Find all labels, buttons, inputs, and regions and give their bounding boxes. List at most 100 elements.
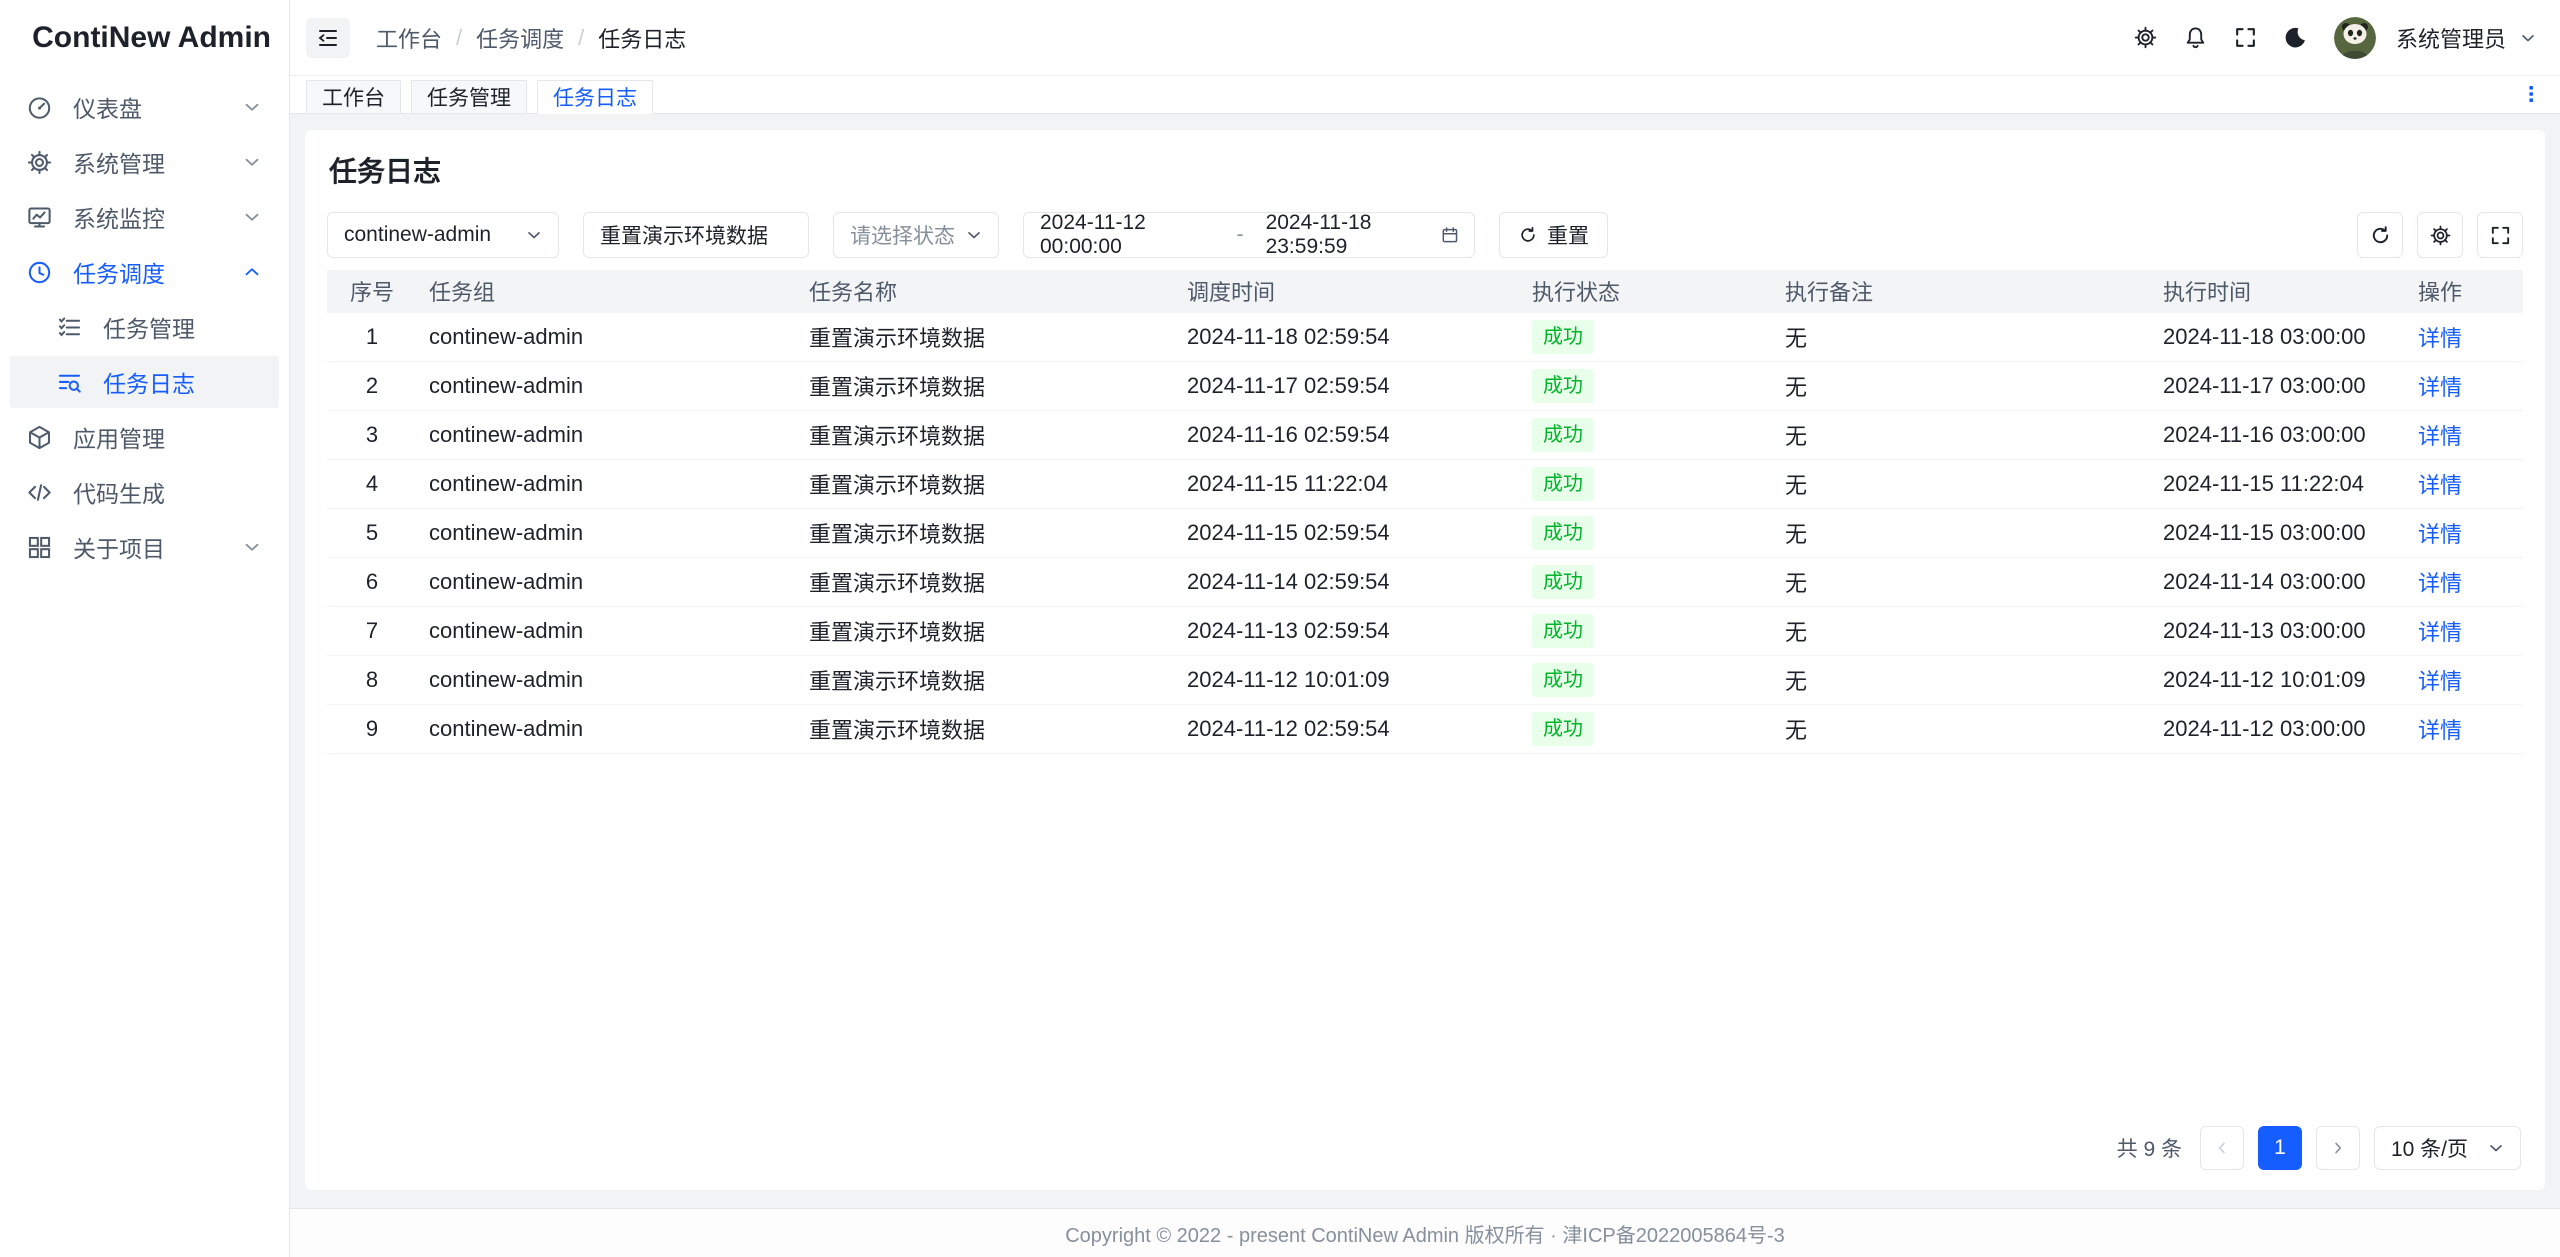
cell-exec_time: 2024-11-13 03:00:00 bbox=[2151, 606, 2406, 655]
tab-task-log[interactable]: 任务日志 bbox=[537, 80, 653, 114]
detail-link[interactable]: 详情 bbox=[2418, 669, 2462, 694]
table-row: 7continew-admin重置演示环境数据2024-11-13 02:59:… bbox=[327, 606, 2523, 655]
cell-note: 无 bbox=[1773, 704, 2151, 753]
cell-status: 成功 bbox=[1520, 508, 1773, 557]
tab-task-management[interactable]: 任务管理 bbox=[411, 80, 527, 113]
detail-link[interactable]: 详情 bbox=[2418, 473, 2462, 498]
breadcrumb-item[interactable]: 工作台 bbox=[376, 22, 442, 54]
detail-link[interactable]: 详情 bbox=[2418, 424, 2462, 449]
tab-label: 任务管理 bbox=[427, 82, 511, 112]
chevron-down-icon bbox=[241, 536, 263, 558]
settings-button[interactable] bbox=[2126, 18, 2166, 58]
dark-mode-button[interactable] bbox=[2276, 18, 2316, 58]
log-search-icon bbox=[56, 369, 83, 396]
cell-status: 成功 bbox=[1520, 312, 1773, 361]
cell-no: 2 bbox=[327, 361, 417, 410]
calendar-icon bbox=[1440, 224, 1460, 246]
cell-group: continew-admin bbox=[417, 557, 797, 606]
page-footer: Copyright © 2022 - present ContiNew Admi… bbox=[290, 1208, 2560, 1257]
avatar[interactable] bbox=[2334, 17, 2376, 59]
detail-link[interactable]: 详情 bbox=[2418, 375, 2462, 400]
sidebar-item-task-log[interactable]: 任务日志 bbox=[10, 356, 279, 408]
cell-status: 成功 bbox=[1520, 410, 1773, 459]
sidebar-item-task-scheduling[interactable]: 任务调度 bbox=[10, 246, 279, 298]
status-badge: 成功 bbox=[1532, 516, 1594, 550]
task-log-card: 任务日志 continew-admin 请选择状态 2024-11-12 00:… bbox=[305, 130, 2545, 1190]
sidebar-item-label: 代码生成 bbox=[73, 475, 165, 509]
chevron-down-icon[interactable] bbox=[2518, 28, 2538, 48]
chevron-down-icon bbox=[241, 206, 263, 228]
table-row: 2continew-admin重置演示环境数据2024-11-17 02:59:… bbox=[327, 361, 2523, 410]
table-row: 8continew-admin重置演示环境数据2024-11-12 10:01:… bbox=[327, 655, 2523, 704]
cell-name: 重置演示环境数据 bbox=[797, 704, 1175, 753]
cell-no: 3 bbox=[327, 410, 417, 459]
cell-exec_time: 2024-11-15 03:00:00 bbox=[2151, 508, 2406, 557]
prev-page-button[interactable] bbox=[2200, 1126, 2244, 1170]
date-range-picker[interactable]: 2024-11-12 00:00:00 - 2024-11-18 23:59:5… bbox=[1023, 212, 1475, 258]
sidebar-item-system-management[interactable]: 系统管理 bbox=[10, 136, 279, 188]
sidebar-item-about-project[interactable]: 关于项目 bbox=[10, 521, 279, 573]
pagination: 共 9 条 1 10 条/页 bbox=[327, 1110, 2523, 1174]
notifications-button[interactable] bbox=[2176, 18, 2216, 58]
date-range-separator: - bbox=[1237, 223, 1244, 247]
status-select-placeholder: 请选择状态 bbox=[850, 220, 955, 250]
cell-schedule_time: 2024-11-14 02:59:54 bbox=[1175, 557, 1520, 606]
tab-workbench[interactable]: 工作台 bbox=[306, 80, 401, 113]
fullscreen-button[interactable] bbox=[2226, 18, 2266, 58]
sidebar-item-label: 任务调度 bbox=[73, 255, 165, 289]
table-fullscreen-button[interactable] bbox=[2477, 212, 2523, 258]
sidebar-menu: 仪表盘 系统管理 系统监控 任务调度 任务管理 bbox=[0, 76, 289, 573]
sidebar-collapse-button[interactable] bbox=[306, 18, 350, 58]
more-vertical-icon bbox=[2519, 82, 2543, 106]
cell-no: 4 bbox=[327, 459, 417, 508]
sidebar-item-label: 系统管理 bbox=[73, 145, 165, 179]
detail-link[interactable]: 详情 bbox=[2418, 522, 2462, 547]
detail-link[interactable]: 详情 bbox=[2418, 718, 2462, 743]
table-row: 3continew-admin重置演示环境数据2024-11-16 02:59:… bbox=[327, 410, 2523, 459]
sidebar-item-system-monitor[interactable]: 系统监控 bbox=[10, 191, 279, 243]
column-settings-button[interactable] bbox=[2417, 212, 2463, 258]
breadcrumb-separator: / bbox=[456, 25, 462, 51]
reset-button-label: 重置 bbox=[1547, 220, 1589, 250]
sidebar-item-code-generation[interactable]: 代码生成 bbox=[10, 466, 279, 518]
task-name-input[interactable] bbox=[583, 212, 809, 258]
breadcrumb-item[interactable]: 任务调度 bbox=[476, 22, 564, 54]
column-header: 执行时间 bbox=[2151, 270, 2406, 312]
detail-link[interactable]: 详情 bbox=[2418, 326, 2462, 351]
sidebar-item-label: 任务管理 bbox=[103, 310, 195, 344]
sidebar-item-dashboard[interactable]: 仪表盘 bbox=[10, 81, 279, 133]
status-badge: 成功 bbox=[1532, 712, 1594, 746]
bell-icon bbox=[2183, 25, 2208, 50]
chevron-left-icon bbox=[2213, 1139, 2231, 1157]
table-header-row: 序号 任务组 任务名称 调度时间 执行状态 执行备注 执行时间 操作 bbox=[327, 270, 2523, 312]
clock-icon bbox=[26, 259, 53, 286]
header-actions: 系统管理员 bbox=[2126, 17, 2538, 59]
chevron-down-icon bbox=[2486, 1138, 2506, 1158]
cell-name: 重置演示环境数据 bbox=[797, 606, 1175, 655]
chevron-down-icon bbox=[524, 225, 544, 245]
next-page-button[interactable] bbox=[2316, 1126, 2360, 1170]
page-size-select[interactable]: 10 条/页 bbox=[2374, 1126, 2521, 1170]
detail-link[interactable]: 详情 bbox=[2418, 620, 2462, 645]
sidebar-item-task-management[interactable]: 任务管理 bbox=[10, 301, 279, 353]
date-range-end: 2024-11-18 23:59:59 bbox=[1266, 211, 1441, 259]
tab-bar: 工作台 任务管理 任务日志 bbox=[290, 76, 2560, 114]
chevron-down-icon bbox=[241, 151, 263, 173]
refresh-table-button[interactable] bbox=[2357, 212, 2403, 258]
page-number-current[interactable]: 1 bbox=[2258, 1126, 2302, 1170]
sidebar-item-label: 任务日志 bbox=[103, 365, 195, 399]
cell-group: continew-admin bbox=[417, 508, 797, 557]
cell-name: 重置演示环境数据 bbox=[797, 312, 1175, 361]
reset-button[interactable]: 重置 bbox=[1499, 212, 1608, 258]
status-select[interactable]: 请选择状态 bbox=[833, 212, 999, 258]
user-name[interactable]: 系统管理员 bbox=[2396, 22, 2506, 54]
tab-more-button[interactable] bbox=[2518, 81, 2544, 107]
detail-link[interactable]: 详情 bbox=[2418, 571, 2462, 596]
chevron-down-icon bbox=[241, 96, 263, 118]
sidebar-item-label: 关于项目 bbox=[73, 530, 165, 564]
tab-label: 工作台 bbox=[322, 82, 385, 112]
sidebar-item-app-management[interactable]: 应用管理 bbox=[10, 411, 279, 463]
table-row: 6continew-admin重置演示环境数据2024-11-14 02:59:… bbox=[327, 557, 2523, 606]
cell-action: 详情 bbox=[2406, 606, 2523, 655]
task-group-select[interactable]: continew-admin bbox=[327, 212, 559, 258]
